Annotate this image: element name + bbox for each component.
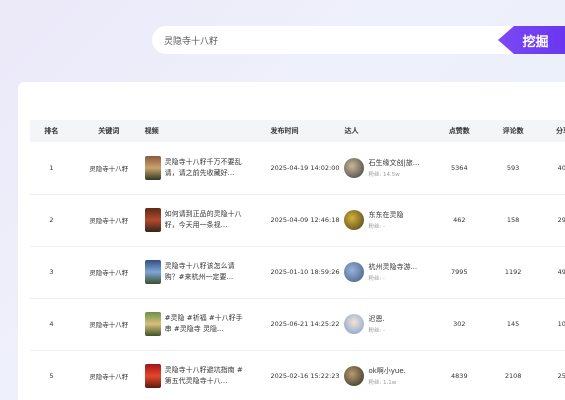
video-title[interactable]: 如何请到正品的灵隐十八籽，今天用一条视...	[165, 209, 245, 231]
video-title[interactable]: 灵隐寺十八籽千万不要乱请，请之前先收藏好...	[165, 157, 245, 179]
results-panel: 排名 关键词 视频 发布时间 达人 点赞数 评论数 分享 1 灵隐寺十八籽 灵隐…	[18, 82, 565, 400]
table-row[interactable]: 2 灵隐寺十八籽 如何请到正品的灵隐十八籽，今天用一条视... 2025-04-…	[30, 194, 565, 246]
video-thumbnail[interactable]	[144, 364, 161, 388]
avatar[interactable]	[344, 314, 365, 334]
header-shares: 分享	[556, 127, 565, 135]
expert-fans: 粉丝: -	[368, 328, 386, 334]
header-rank: 排名	[44, 127, 59, 135]
comments-cell: 2108	[504, 372, 522, 380]
results-table: 排名 关键词 视频 发布时间 达人 点赞数 评论数 分享 1 灵隐寺十八籽 灵隐…	[30, 120, 565, 400]
keyword-cell: 灵隐寺十八籽	[89, 269, 129, 277]
header-video: 视频	[144, 127, 159, 135]
rank-cell: 4	[49, 320, 54, 328]
header-comments: 评论数	[502, 127, 524, 135]
video-cell[interactable]: 如何请到正品的灵隐十八籽，今天用一条视...	[144, 194, 271, 246]
expert-name[interactable]: ok啊小yue.	[368, 366, 426, 376]
likes-cell: 7995	[451, 268, 468, 276]
comments-cell: 145	[506, 320, 520, 328]
search-input[interactable]	[152, 26, 522, 54]
expert-name[interactable]: 东东在灵隐	[368, 210, 426, 220]
likes-cell: 302	[453, 320, 466, 328]
publish-time-cell: 2025-02-16 15:22:23	[270, 372, 340, 380]
table-row[interactable]: 1 灵隐寺十八籽 灵隐寺十八籽千万不要乱请，请之前先收藏好... 2025-04…	[30, 142, 565, 194]
video-cell[interactable]: 灵隐寺十八籽千万不要乱请，请之前先收藏好...	[144, 142, 271, 194]
expert-cell[interactable]: 石生缘文创|旅... 粉丝: 14.5w	[344, 142, 432, 194]
comments-cell: 593	[506, 163, 520, 172]
expert-fans: 粉丝: 14.5w	[368, 171, 400, 178]
expert-cell[interactable]: 迟恩. 粉丝: -	[344, 298, 432, 350]
expert-name[interactable]: 杭州灵隐寺游...	[368, 262, 426, 272]
rank-cell: 2	[49, 216, 54, 224]
video-thumbnail[interactable]	[144, 260, 161, 284]
keyword-cell: 灵隐寺十八籽	[89, 321, 129, 329]
expert-fans: 粉丝: 1.1w	[368, 380, 397, 386]
keyword-cell: 灵隐寺十八籽	[89, 217, 129, 225]
expert-fans: 粉丝: -	[368, 276, 386, 282]
expert-fans: 粉丝: -	[368, 224, 386, 230]
comments-cell: 1192	[504, 268, 522, 276]
likes-cell: 5364	[451, 163, 468, 172]
shares-cell: 291	[557, 216, 565, 224]
shares-cell: 257	[557, 372, 565, 380]
table-row[interactable]: 5 灵隐寺十八籽 灵隐寺十八籽避坑指南 #第五代灵隐寺十八... 2025-02…	[30, 350, 565, 400]
rank-cell: 1	[49, 163, 54, 172]
shares-cell: 498	[557, 268, 565, 276]
video-thumbnail[interactable]	[144, 312, 161, 336]
video-cell[interactable]: 灵隐寺十八籽避坑指南 #第五代灵隐寺十八...	[144, 350, 271, 400]
header-expert: 达人	[344, 127, 359, 135]
avatar[interactable]	[344, 366, 365, 386]
publish-time-cell: 2025-04-09 12:46:18	[270, 216, 340, 224]
likes-cell: 4839	[451, 372, 468, 380]
table-header-row: 排名 关键词 视频 发布时间 达人 点赞数 评论数 分享	[30, 120, 565, 142]
shares-cell: 404	[557, 163, 565, 172]
expert-name[interactable]: 迟恩.	[368, 314, 426, 324]
header-keyword: 关键词	[98, 127, 120, 135]
avatar[interactable]	[344, 157, 365, 178]
expert-name[interactable]: 石生缘文创|旅...	[368, 158, 426, 168]
keyword-cell: 灵隐寺十八籽	[89, 373, 129, 381]
keyword-cell: 灵隐寺十八籽	[89, 164, 129, 173]
avatar[interactable]	[344, 262, 365, 282]
video-title[interactable]: 灵隐寺十八籽该怎么请购？#来杭州一定要...	[165, 261, 245, 283]
table-row[interactable]: 4 灵隐寺十八籽 #灵隐 #祈福 #十八籽手串 #灵隐寺 灵隐... 2025-…	[30, 298, 565, 350]
video-cell[interactable]: 灵隐寺十八籽该怎么请购？#来杭州一定要...	[144, 246, 271, 298]
header-likes: 点赞数	[448, 127, 470, 135]
video-title[interactable]: #灵隐 #祈福 #十八籽手串 #灵隐寺 灵隐...	[165, 313, 245, 335]
shares-cell: 102	[557, 320, 565, 328]
video-title[interactable]: 灵隐寺十八籽避坑指南 #第五代灵隐寺十八...	[165, 365, 245, 387]
expert-cell[interactable]: ok啊小yue. 粉丝: 1.1w	[344, 350, 432, 400]
rank-cell: 5	[49, 372, 54, 380]
expert-cell[interactable]: 杭州灵隐寺游... 粉丝: -	[344, 246, 432, 298]
table-row[interactable]: 3 灵隐寺十八籽 灵隐寺十八籽该怎么请购？#来杭州一定要... 2025-01-…	[30, 246, 565, 298]
video-cell[interactable]: #灵隐 #祈福 #十八籽手串 #灵隐寺 灵隐...	[144, 298, 271, 350]
publish-time-cell: 2025-04-19 14:02:00	[270, 163, 340, 172]
comments-cell: 158	[506, 216, 520, 224]
likes-cell: 462	[453, 216, 466, 224]
video-thumbnail[interactable]	[144, 155, 161, 180]
header-publish-time: 发布时间	[270, 127, 299, 135]
expert-cell[interactable]: 东东在灵隐 粉丝: -	[344, 194, 432, 246]
publish-time-cell: 2025-06-21 14:25:22	[270, 320, 340, 328]
video-thumbnail[interactable]	[144, 208, 161, 232]
rank-cell: 3	[49, 268, 54, 276]
avatar[interactable]	[344, 210, 365, 230]
publish-time-cell: 2025-01-10 18:59:26	[270, 268, 340, 276]
